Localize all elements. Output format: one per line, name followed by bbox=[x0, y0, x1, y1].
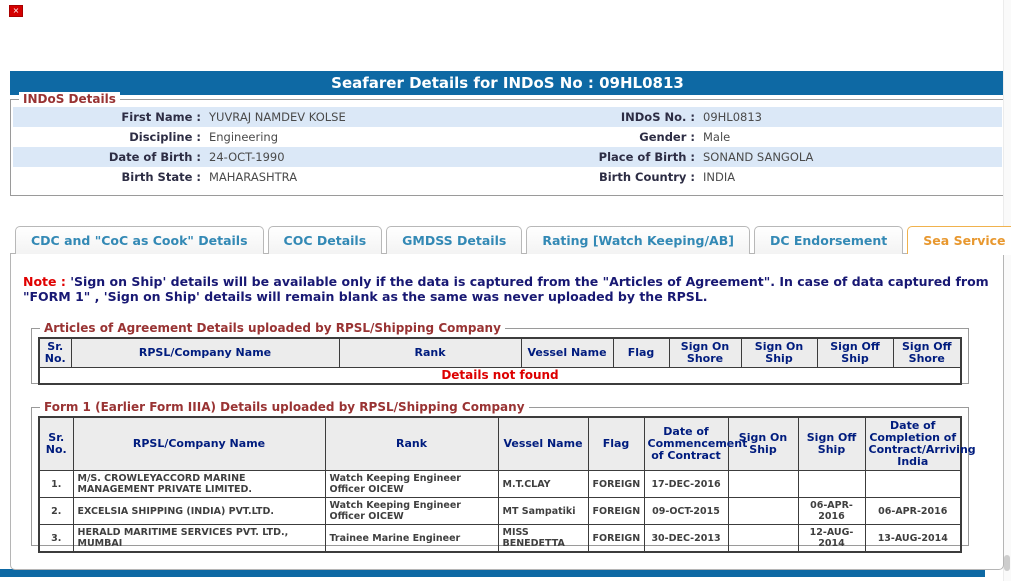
col-vessel-name: Vessel Name bbox=[498, 417, 588, 471]
indos-details-section: INDoS Details First Name : YUVRAJ NAMDEV… bbox=[10, 99, 1005, 196]
col-vessel-name: Vessel Name bbox=[521, 338, 613, 368]
indos-row-state: Birth State : MAHARASHTRA Birth Country … bbox=[13, 167, 1002, 187]
sign-off-ship-cell: 12-AUG-2014 bbox=[798, 525, 865, 553]
vessel-cell: MT Sampatiki bbox=[498, 498, 588, 525]
flag-cell: FOREIGN bbox=[588, 471, 644, 498]
gender-value: Male bbox=[703, 130, 1002, 144]
col-sign-off-shore: Sign Off Shore bbox=[893, 338, 961, 368]
sr-no-cell: 2. bbox=[39, 498, 73, 525]
discipline-label: Discipline : bbox=[13, 130, 209, 144]
col-rank: Rank bbox=[325, 417, 498, 471]
articles-of-agreement-section: Articles of Agreement Details uploaded b… bbox=[31, 328, 969, 384]
sr-no-cell: 3. bbox=[39, 525, 73, 553]
col-sr-no: Sr. No. bbox=[39, 338, 71, 368]
discipline-value: Engineering bbox=[209, 130, 581, 144]
date-completion-cell: 13-AUG-2014 bbox=[865, 525, 961, 553]
dob-label: Date of Birth : bbox=[13, 150, 209, 164]
tab-dc-endorsement[interactable]: DC Endorsement bbox=[754, 226, 903, 254]
sign-off-ship-cell: 06-APR-2016 bbox=[798, 498, 865, 525]
flag-cell: FOREIGN bbox=[588, 525, 644, 553]
date-completion-cell: 06-APR-2016 bbox=[865, 498, 961, 525]
col-date-commencement: Date of Commencement of Contract bbox=[644, 417, 728, 471]
form1-legend: Form 1 (Earlier Form IIIA) Details uploa… bbox=[40, 400, 529, 414]
birth-state-value: MAHARASHTRA bbox=[209, 170, 581, 184]
table-row: 3. HERALD MARITIME SERVICES PVT. LTD., M… bbox=[39, 525, 961, 553]
note-prefix: Note : bbox=[23, 274, 66, 289]
articles-header-row: Sr. No. RPSL/Company Name Rank Vessel Na… bbox=[39, 338, 961, 368]
rank-cell: Watch Keeping Engineer Officer OICEW bbox=[325, 471, 498, 498]
articles-empty-row: Details not found bbox=[39, 368, 961, 385]
form1-table: Sr. No. RPSL/Company Name Rank Vessel Na… bbox=[38, 416, 962, 553]
birth-country-value: INDIA bbox=[703, 170, 1002, 184]
col-sign-off-ship: Sign Off Ship bbox=[817, 338, 893, 368]
tab-rating-watch-keeping[interactable]: Rating [Watch Keeping/AB] bbox=[526, 226, 750, 254]
col-sign-on-shore: Sign On Shore bbox=[669, 338, 741, 368]
birth-country-label: Birth Country : bbox=[581, 170, 703, 184]
indos-row-name: First Name : YUVRAJ NAMDEV KOLSE INDoS N… bbox=[13, 107, 1002, 127]
date-commencement-cell: 09-OCT-2015 bbox=[644, 498, 728, 525]
dob-value: 24-OCT-1990 bbox=[209, 150, 581, 164]
vertical-scrollbar-thumb[interactable] bbox=[1004, 555, 1010, 571]
date-completion-cell bbox=[865, 471, 961, 498]
col-flag: Flag bbox=[588, 417, 644, 471]
tab-bar: CDC and "CoC as Cook" Details COC Detail… bbox=[15, 226, 1011, 254]
details-not-found-message: Details not found bbox=[39, 368, 961, 385]
vertical-scrollbar-track[interactable] bbox=[1003, 0, 1011, 581]
articles-legend: Articles of Agreement Details uploaded b… bbox=[40, 321, 505, 335]
tab-sea-service-details[interactable]: Sea Service Details bbox=[907, 226, 1011, 254]
footer-bar bbox=[0, 569, 985, 577]
sea-service-tab-panel: Note : 'Sign on Ship' details will be av… bbox=[10, 253, 1004, 570]
indos-row-discipline: Discipline : Engineering Gender : Male bbox=[13, 127, 1002, 147]
indos-no-value: 09HL0813 bbox=[703, 110, 1002, 124]
indos-no-label: INDoS No. : bbox=[581, 110, 703, 124]
col-date-completion: Date of Completion of Contract/Arriving … bbox=[865, 417, 961, 471]
indos-details-legend: INDoS Details bbox=[19, 92, 120, 106]
form1-section: Form 1 (Earlier Form IIIA) Details uploa… bbox=[31, 407, 969, 546]
col-sign-on-ship: Sign On Ship bbox=[728, 417, 798, 471]
rank-cell: Trainee Marine Engineer bbox=[325, 525, 498, 553]
company-cell: HERALD MARITIME SERVICES PVT. LTD., MUMB… bbox=[73, 525, 325, 553]
company-cell: EXCELSIA SHIPPING (INDIA) PVT.LTD. bbox=[73, 498, 325, 525]
place-of-birth-label: Place of Birth : bbox=[581, 150, 703, 164]
date-commencement-cell: 17-DEC-2016 bbox=[644, 471, 728, 498]
vessel-cell: M.T.CLAY bbox=[498, 471, 588, 498]
flag-cell: FOREIGN bbox=[588, 498, 644, 525]
table-row: 2. EXCELSIA SHIPPING (INDIA) PVT.LTD. Wa… bbox=[39, 498, 961, 525]
sr-no-cell: 1. bbox=[39, 471, 73, 498]
tab-coc-details[interactable]: COC Details bbox=[268, 226, 383, 254]
col-flag: Flag bbox=[613, 338, 669, 368]
rank-cell: Watch Keeping Engineer Officer OICEW bbox=[325, 498, 498, 525]
tab-cdc-coc-as-cook[interactable]: CDC and "CoC as Cook" Details bbox=[15, 226, 264, 254]
birth-state-label: Birth State : bbox=[13, 170, 209, 184]
broken-image-icon: × bbox=[9, 5, 23, 17]
first-name-label: First Name : bbox=[13, 110, 209, 124]
sign-on-ship-cell bbox=[728, 525, 798, 553]
sign-off-ship-cell bbox=[798, 471, 865, 498]
col-sign-off-ship: Sign Off Ship bbox=[798, 417, 865, 471]
col-rank: Rank bbox=[339, 338, 521, 368]
tab-gmdss-details[interactable]: GMDSS Details bbox=[386, 226, 522, 254]
note-body: 'Sign on Ship' details will be available… bbox=[23, 274, 989, 304]
note-text: Note : 'Sign on Ship' details will be av… bbox=[23, 274, 998, 304]
company-cell: M/S. CROWLEYACCORD MARINE MANAGEMENT PRI… bbox=[73, 471, 325, 498]
first-name-value: YUVRAJ NAMDEV KOLSE bbox=[209, 110, 581, 124]
form1-header-row: Sr. No. RPSL/Company Name Rank Vessel Na… bbox=[39, 417, 961, 471]
col-sr-no: Sr. No. bbox=[39, 417, 73, 471]
sign-on-ship-cell bbox=[728, 471, 798, 498]
sign-on-ship-cell bbox=[728, 498, 798, 525]
vessel-cell: MISS BENEDETTA bbox=[498, 525, 588, 553]
articles-table: Sr. No. RPSL/Company Name Rank Vessel Na… bbox=[38, 337, 962, 385]
col-sign-on-ship: Sign On Ship bbox=[741, 338, 817, 368]
place-of-birth-value: SONAND SANGOLA bbox=[703, 150, 1002, 164]
col-rpsl-company: RPSL/Company Name bbox=[71, 338, 339, 368]
date-commencement-cell: 30-DEC-2013 bbox=[644, 525, 728, 553]
table-row: 1. M/S. CROWLEYACCORD MARINE MANAGEMENT … bbox=[39, 471, 961, 498]
indos-rows: First Name : YUVRAJ NAMDEV KOLSE INDoS N… bbox=[11, 100, 1004, 187]
indos-row-birth: Date of Birth : 24-OCT-1990 Place of Bir… bbox=[13, 147, 1002, 167]
gender-label: Gender : bbox=[581, 130, 703, 144]
col-rpsl-company: RPSL/Company Name bbox=[73, 417, 325, 471]
page-title: Seafarer Details for INDoS No : 09HL0813 bbox=[10, 71, 1005, 95]
